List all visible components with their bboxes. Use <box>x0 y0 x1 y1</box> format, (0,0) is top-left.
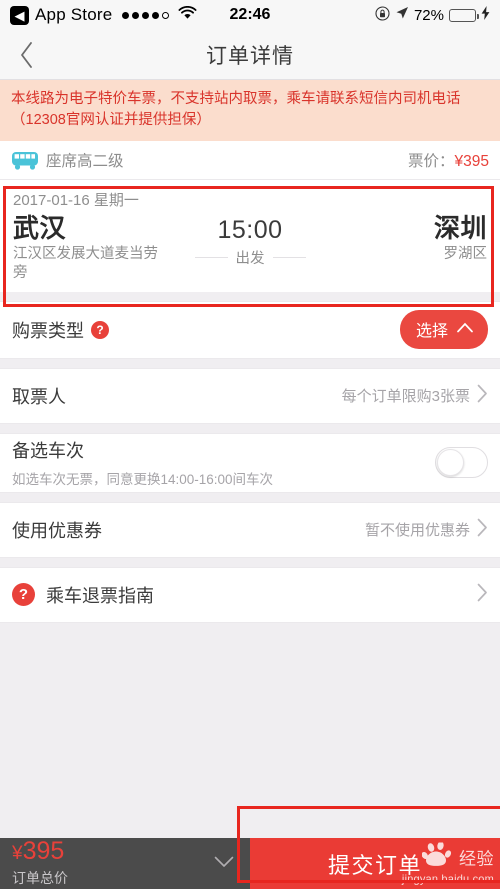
select-button-label: 选择 <box>415 323 448 341</box>
section-gap <box>0 492 500 502</box>
alternate-trip-toggle[interactable] <box>435 447 488 479</box>
departure-label: 出发 <box>235 251 265 268</box>
refund-guide-label: 乘车退票指南 <box>46 585 154 606</box>
section-gap <box>0 557 500 567</box>
refund-guide-row[interactable]: ? 乘车退票指南 <box>0 566 500 623</box>
origin-address: 江汉区发展大道麦当劳旁 <box>13 246 158 281</box>
fare-label: 票价： <box>408 153 455 171</box>
trip-departure-time-block: 15:00 出发 <box>158 214 342 268</box>
submit-order-button[interactable]: 提交订单 经验 jingyan.baidu.com <box>250 838 500 889</box>
help-icon[interactable]: ? <box>91 320 109 339</box>
rotation-lock-icon <box>375 5 390 25</box>
status-bar-left: ◀ App Store <box>10 5 197 25</box>
trip-destination: 深圳 罗湖区 <box>342 213 488 264</box>
origin-city: 武汉 <box>13 213 67 244</box>
chevron-right-icon <box>477 518 488 542</box>
charging-bolt-icon <box>481 6 490 24</box>
seat-class-row: 座席高二级 票价：¥395 <box>0 141 500 181</box>
chevron-down-icon[interactable] <box>214 855 238 873</box>
coupon-value: 暂不使用优惠券 <box>364 522 470 540</box>
trip-date: 2017-01-16 星期一 <box>13 192 139 210</box>
ticket-type-row[interactable]: 购票类型 ? 选择 <box>0 300 500 359</box>
departure-time: 15:00 <box>217 216 283 245</box>
status-bar-right: 72% <box>375 5 490 25</box>
section-gap <box>0 358 500 368</box>
ticket-collector-label: 取票人 <box>12 386 66 407</box>
submit-order-label: 提交订单 <box>327 852 422 878</box>
question-mark-icon: ? <box>12 583 35 607</box>
alternate-trip-row[interactable]: 备选车次 如选车次无票，同意更换14:00-16:00间车次 <box>0 432 500 493</box>
wifi-icon <box>178 5 197 25</box>
signal-dot-empty <box>162 11 170 19</box>
ticket-type-label: 购票类型 <box>12 320 84 341</box>
section-gap <box>0 423 500 433</box>
fare-summary: 票价：¥395 <box>408 149 489 171</box>
destination-address: 罗湖区 <box>443 246 488 263</box>
bus-icon <box>11 151 39 170</box>
chevron-right-icon <box>477 583 488 607</box>
select-ticket-type-button[interactable]: 选择 <box>399 310 488 350</box>
battery-icon <box>449 8 479 22</box>
fare-value: ¥395 <box>454 153 489 171</box>
signal-dot <box>152 11 160 19</box>
alternate-trip-description: 如选车次无票，同意更换14:00-16:00间车次 <box>12 472 274 488</box>
signal-dot <box>132 11 140 19</box>
watermark-brand: 经验 <box>459 849 494 869</box>
chevron-right-icon <box>477 384 488 408</box>
back-to-app-icon[interactable]: ◀ <box>10 5 29 25</box>
order-total-price: ¥395 <box>12 839 68 864</box>
bottom-action-bar: ¥395 订单总价 提交订单 经验 jingyan.baidu.com <box>0 838 500 889</box>
notice-banner: 本线路为电子特价车票，不支持站内取票，乘车请联系短信内司机电话（12308官网认… <box>0 80 500 142</box>
divider-line <box>194 257 228 259</box>
currency-symbol: ¥ <box>12 843 23 864</box>
coupon-row[interactable]: 使用优惠券 暂不使用优惠券 <box>0 501 500 558</box>
location-arrow-icon <box>395 6 409 24</box>
order-total-amount: 395 <box>22 837 65 865</box>
alternate-trip-label: 备选车次 <box>12 441 84 462</box>
trip-origin: 武汉 江汉区发展大道麦当劳旁 <box>13 213 158 283</box>
divider-line <box>272 257 306 259</box>
page-title: 订单详情 <box>206 44 294 68</box>
status-bar: ◀ App Store 22:46 72% <box>0 0 500 30</box>
navigation-bar: 订单详情 <box>0 30 500 80</box>
trip-card[interactable]: 2017-01-16 星期一 武汉 江汉区发展大道麦当劳旁 15:00 出发 深… <box>0 180 500 292</box>
order-total-caption: 订单总价 <box>12 870 68 886</box>
battery-percent-label: 72% <box>413 6 444 24</box>
order-total-area[interactable]: ¥395 订单总价 <box>0 838 250 889</box>
baidu-paw-logo-icon <box>421 840 456 872</box>
app-screen: ◀ App Store 22:46 72% 订单详情 本线路为电子特价车票，不支… <box>0 0 500 889</box>
ticket-collector-row[interactable]: 取票人 每个订单限购3张票 <box>0 367 500 424</box>
back-to-app-label[interactable]: App Store <box>35 5 112 25</box>
signal-dot <box>142 11 150 19</box>
coupon-label: 使用优惠券 <box>12 520 102 541</box>
ticket-collector-value: 每个订单限购3张票 <box>341 388 470 406</box>
section-gap <box>0 291 500 301</box>
signal-dot <box>122 11 130 19</box>
toggle-knob <box>437 449 464 477</box>
seat-class-label: 座席高二级 <box>46 153 124 171</box>
destination-city: 深圳 <box>434 213 488 244</box>
chevron-up-icon <box>457 320 473 338</box>
signal-strength-dots <box>122 11 170 19</box>
